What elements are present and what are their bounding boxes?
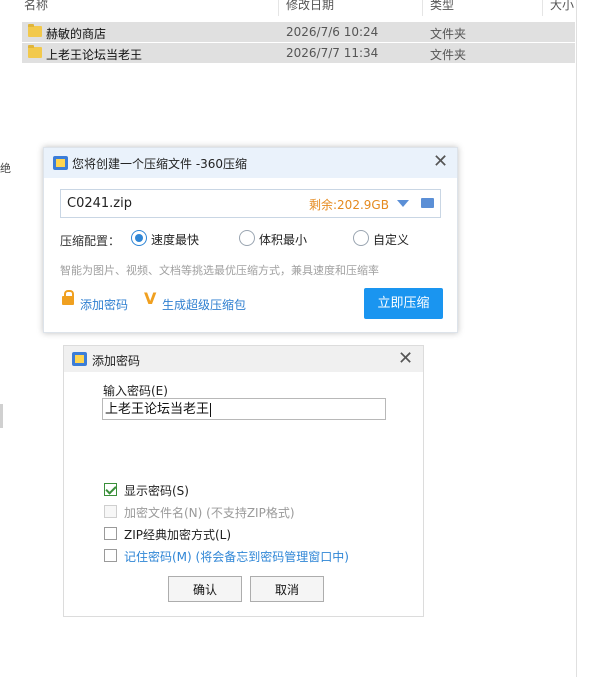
archive-app-icon [72, 352, 87, 366]
super-v-icon[interactable]: V [144, 291, 156, 307]
radio-custom[interactable] [353, 230, 369, 246]
nav-pane-selection-mark [0, 404, 3, 428]
file-row[interactable]: 上老王论坛当老王 2026/7/7 11:34 文件夹 [22, 43, 575, 63]
file-date: 2026/7/6 10:24 [286, 25, 379, 39]
close-icon[interactable]: ✕ [398, 350, 413, 368]
show-password-label[interactable]: 显示密码(S) [124, 482, 189, 499]
radio-smallest-label[interactable]: 体积最小 [259, 231, 307, 248]
encrypt-filename-checkbox[interactable] [104, 505, 117, 518]
column-header-type[interactable]: 类型 [430, 0, 454, 16]
compress-now-button[interactable]: 立即压缩 [364, 288, 443, 319]
file-name: 赫敏的商店 [46, 27, 107, 41]
nav-pane-fragment: 绝 [0, 162, 11, 175]
password-value: 上老王论坛当老王 [105, 402, 210, 417]
ok-button[interactable]: 确认 [168, 576, 242, 602]
column-header-size[interactable]: 大小 [550, 0, 574, 16]
archive-app-icon [53, 156, 68, 170]
super-package-link[interactable]: 生成超级压缩包 [162, 296, 246, 313]
pane-border [576, 0, 577, 677]
column-header-name[interactable]: 名称 [24, 0, 48, 16]
radio-fastest-label[interactable]: 速度最快 [151, 231, 199, 248]
lock-icon[interactable] [62, 290, 74, 305]
compress-dialog: 您将创建一个压缩文件 -360压缩 ✕ C0241.zip 剩余:202.9GB… [43, 147, 458, 333]
column-separator[interactable] [542, 0, 543, 16]
archive-filename[interactable]: C0241.zip [67, 196, 132, 211]
folder-browse-icon[interactable] [421, 198, 434, 208]
remember-password-label[interactable]: 记住密码(M) (将会备忘到密码管理窗口中) [124, 548, 349, 565]
close-icon[interactable]: ✕ [433, 153, 448, 171]
file-date: 2026/7/7 11:34 [286, 46, 379, 60]
encrypt-filename-label[interactable]: 加密文件名(N) (不支持ZIP格式) [124, 504, 295, 521]
show-password-checkbox[interactable] [104, 483, 117, 496]
config-label: 压缩配置： [60, 234, 121, 248]
column-header-date[interactable]: 修改日期 [286, 0, 334, 16]
file-name: 上老王论坛当老王 [46, 48, 143, 62]
cancel-button[interactable]: 取消 [250, 576, 324, 602]
dialog-title: 您将创建一个压缩文件 -360压缩 [72, 157, 248, 171]
free-space-label: 剩余:202.9GB [309, 198, 389, 212]
archive-filename-field[interactable]: C0241.zip 剩余:202.9GB [60, 189, 441, 218]
compression-hint: 智能为图片、视频、文档等挑选最优压缩方式，兼具速度和压缩率 [60, 264, 379, 277]
column-separator[interactable] [422, 0, 423, 16]
add-password-dialog: 添加密码 ✕ 输入密码(E) 上老王论坛当老王 显示密码(S) 加密文件名(N)… [63, 345, 424, 617]
remember-password-checkbox[interactable] [104, 549, 117, 562]
column-separator[interactable] [278, 0, 279, 16]
password-label: 输入密码(E) [103, 384, 168, 398]
zip-classic-label[interactable]: ZIP经典加密方式(L) [124, 526, 231, 543]
zip-classic-checkbox[interactable] [104, 527, 117, 540]
dialog-title-bar[interactable]: 您将创建一个压缩文件 -360压缩 ✕ [44, 148, 457, 178]
radio-custom-label[interactable]: 自定义 [373, 231, 409, 248]
file-row[interactable]: 赫敏的商店 2026/7/6 10:24 文件夹 [22, 22, 575, 42]
dialog-title-bar[interactable]: 添加密码 ✕ [64, 346, 423, 372]
radio-smallest[interactable] [239, 230, 255, 246]
folder-icon [28, 24, 42, 37]
text-caret [210, 402, 212, 417]
radio-fastest[interactable] [131, 230, 147, 246]
chevron-down-icon[interactable] [397, 200, 409, 207]
dialog-title: 添加密码 [92, 354, 141, 368]
file-type: 文件夹 [430, 27, 467, 41]
password-input[interactable]: 上老王论坛当老王 [102, 398, 386, 420]
folder-icon [28, 45, 42, 58]
add-password-link[interactable]: 添加密码 [80, 296, 128, 313]
file-type: 文件夹 [430, 48, 467, 62]
